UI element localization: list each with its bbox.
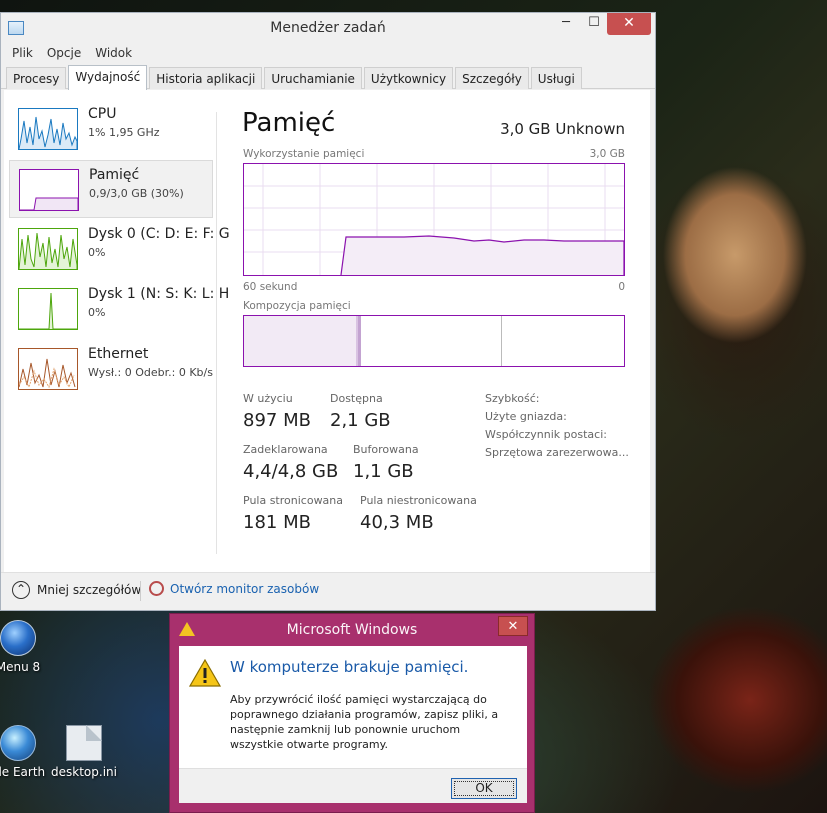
tab-szczegoly[interactable]: Szczegóły — [455, 67, 529, 89]
spec-slots: Użyte gniazda: — [485, 410, 567, 423]
cpu-thumbnail-graph — [18, 108, 78, 150]
title-bar[interactable]: Menedżer zadań ─ ☐ ✕ — [1, 13, 655, 43]
performance-panel: CPU 1% 1,95 GHz Pamięć 0,9/3,0 GB (30%) … — [4, 90, 650, 572]
tab-historia-aplikacji[interactable]: Historia aplikacji — [149, 67, 263, 89]
chevron-up-icon: ⌃ — [12, 581, 30, 599]
menu-bar: Plik Opcje Widok — [1, 43, 655, 65]
committed-label: Zadeklarowana — [243, 443, 328, 456]
resource-monitor-link[interactable]: Otwórz monitor zasobów — [149, 581, 319, 596]
ok-button[interactable]: OK — [451, 778, 517, 799]
ethernet-thumbnail-graph — [18, 348, 78, 390]
composition-standby — [361, 316, 502, 366]
dialog-body: W komputerze brakuje pamięci. Aby przywr… — [179, 646, 527, 768]
memory-thumbnail-graph — [19, 169, 79, 211]
available-value: 2,1 GB — [330, 410, 391, 431]
in-use-label: W użyciu — [243, 392, 293, 405]
desktop-icon-label: desktop.ini — [51, 765, 117, 779]
time-left-label: 60 sekund — [243, 281, 298, 293]
nonpaged-pool-value: 40,3 MB — [360, 512, 434, 533]
maximize-button[interactable]: ☐ — [579, 13, 609, 35]
tab-wydajnosc[interactable]: Wydajność — [68, 65, 148, 90]
composition-in-use — [244, 316, 358, 366]
tab-uruchamianie[interactable]: Uruchamianie — [264, 67, 362, 89]
composition-label: Kompozycja pamięci — [243, 300, 351, 312]
task-manager-window: Menedżer zadań ─ ☐ ✕ Plik Opcje Widok Pr… — [0, 12, 656, 611]
nonpaged-pool-label: Pula niestronicowana — [360, 494, 477, 507]
tab-bar: Procesy Wydajność Historia aplikacji Uru… — [1, 65, 655, 90]
cached-value: 1,1 GB — [353, 461, 414, 482]
spec-form-factor: Współczynnik postaci: — [485, 428, 607, 441]
desktop-icon-menu8[interactable]: Menu 8 — [0, 620, 58, 674]
low-memory-dialog: Microsoft Windows ✕ W komputerze brakuje… — [169, 613, 535, 813]
resource-monitor-label: Otwórz monitor zasobów — [170, 581, 320, 596]
disk0-thumbnail-graph — [18, 228, 78, 270]
dialog-close-button[interactable]: ✕ — [498, 616, 528, 636]
footer-divider — [140, 581, 141, 601]
paged-pool-value: 181 MB — [243, 512, 311, 533]
tab-procesy[interactable]: Procesy — [6, 67, 67, 89]
tab-uzytkownicy[interactable]: Użytkownicy — [363, 67, 454, 89]
warning-icon — [189, 659, 221, 687]
memory-usage-graph — [243, 163, 625, 276]
close-button[interactable]: ✕ — [607, 13, 651, 35]
perf-item-disk1[interactable]: Dysk 1 (N: S: K: L: H 0% — [9, 280, 229, 338]
menu-plik[interactable]: Plik — [5, 43, 40, 65]
dialog-message: Aby przywrócić ilość pamięci wystarczają… — [230, 693, 499, 751]
perf-item-ethernet[interactable]: Ethernet Wysł.: 0 Odebr.: 0 Kb/s — [9, 340, 213, 398]
available-label: Dostępna — [330, 392, 383, 405]
spec-hardware-reserved: Sprzętowa zarezerwowa... — [485, 446, 629, 459]
dialog-title: Microsoft Windows — [286, 622, 418, 638]
disk1-thumbnail-graph — [18, 288, 78, 330]
perf-sub: Wysł.: 0 Odebr.: 0 Kb/s — [88, 366, 213, 379]
memory-composition-bar — [243, 315, 625, 367]
memory-usage-svg — [244, 164, 625, 276]
dialog-footer: OK — [179, 768, 527, 803]
windows-orb-icon — [0, 620, 36, 656]
memory-total: 3,0 GB Unknown — [500, 120, 625, 138]
perf-sub: 0,9/3,0 GB (30%) — [89, 187, 184, 200]
footer-bar: ⌃ Mniej szczegółów Otwórz monitor zasobó… — [1, 572, 655, 610]
perf-name: CPU — [88, 106, 117, 122]
perf-item-disk0[interactable]: Dysk 0 (C: D: E: F: G 0% — [9, 220, 230, 278]
perf-name: Ethernet — [88, 346, 149, 362]
memory-title: Pamięć — [242, 108, 336, 138]
perf-name: Dysk 1 (N: S: K: L: H — [88, 286, 230, 302]
paged-pool-label: Pula stronicowana — [243, 494, 344, 507]
minimize-button[interactable]: ─ — [551, 13, 581, 35]
desktop-icon-label: Menu 8 — [0, 660, 41, 674]
tab-uslugi[interactable]: Usługi — [530, 67, 582, 89]
in-use-value: 897 MB — [243, 410, 311, 431]
resource-monitor-icon — [149, 581, 164, 596]
google-earth-icon — [0, 725, 36, 761]
less-details-button[interactable]: ⌃ Mniej szczegółów — [12, 581, 141, 599]
perf-sub: 0% — [88, 306, 106, 319]
dialog-heading: W komputerze brakuje pamięci. — [230, 658, 469, 676]
desktop-icon-desktop-ini[interactable]: desktop.ini — [44, 725, 124, 779]
ini-file-icon — [66, 725, 102, 761]
time-right-label: 0 — [618, 281, 625, 293]
perf-name: Dysk 0 (C: D: E: F: G — [88, 226, 230, 242]
menu-widok[interactable]: Widok — [88, 43, 139, 65]
perf-sub: 1% 1,95 GHz — [88, 126, 160, 139]
cached-label: Buforowana — [353, 443, 419, 456]
usage-max: 3,0 GB — [589, 148, 625, 160]
perf-sub: 0% — [88, 246, 106, 259]
panel-divider — [216, 112, 217, 554]
less-details-label: Mniej szczegółów — [37, 583, 142, 597]
menu-opcje[interactable]: Opcje — [40, 43, 88, 65]
perf-item-memory[interactable]: Pamięć 0,9/3,0 GB (30%) — [9, 160, 213, 218]
spec-speed: Szybkość: — [485, 392, 540, 405]
committed-value: 4,4/4,8 GB — [243, 461, 339, 482]
perf-item-cpu[interactable]: CPU 1% 1,95 GHz — [9, 100, 213, 158]
perf-name: Pamięć — [89, 167, 140, 183]
usage-label: Wykorzystanie pamięci — [243, 148, 365, 160]
